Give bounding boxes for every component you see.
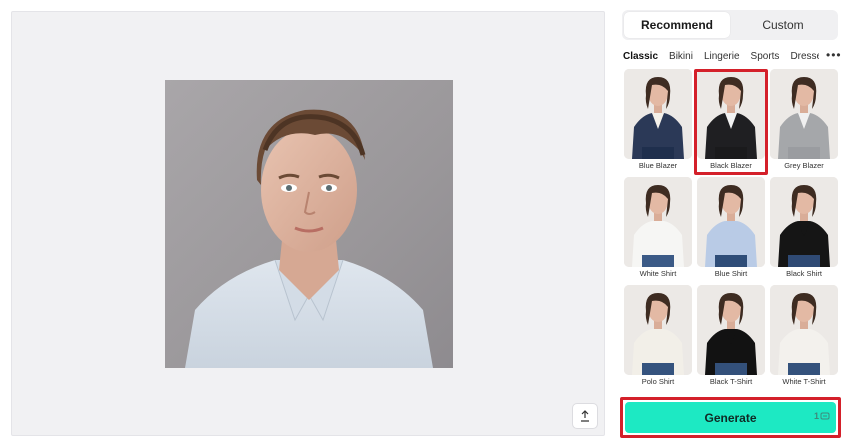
- category-bikini[interactable]: Bikini: [669, 51, 693, 65]
- upload-arrow-icon: [581, 410, 589, 422]
- outfit-thumbnail: [697, 69, 765, 159]
- category-classic[interactable]: Classic: [623, 51, 658, 65]
- outfit-thumbnail-image: [770, 177, 838, 267]
- outfit-label: White T-Shirt: [782, 377, 826, 386]
- credits-count: 1: [813, 411, 819, 421]
- outfit-thumbnail: [770, 285, 838, 375]
- outfit-label: Blue Shirt: [714, 269, 748, 278]
- upload-button[interactable]: [572, 403, 598, 429]
- outfit-card[interactable]: Polo Shirt: [624, 285, 692, 389]
- outfit-thumbnail-image: [624, 69, 692, 159]
- outfit-thumbnail-image: [770, 285, 838, 375]
- outfit-card[interactable]: Blue Blazer: [624, 69, 692, 173]
- generate-label: Generate: [704, 410, 757, 425]
- generate-button[interactable]: Generate 1: [625, 402, 836, 433]
- outfit-thumbnail-image: [697, 285, 765, 375]
- outfit-thumbnail: [697, 177, 765, 267]
- style-panel: Recommend Custom Classic Bikini Lingerie…: [614, 0, 850, 442]
- outfit-label: Grey Blazer: [784, 161, 824, 170]
- outfit-label: Polo Shirt: [641, 377, 675, 386]
- credit-coin-icon: [820, 412, 830, 420]
- outfit-card[interactable]: Black Blazer: [697, 69, 765, 173]
- tab-recommend[interactable]: Recommend: [624, 12, 730, 38]
- mode-switch: Recommend Custom: [622, 10, 838, 40]
- outfit-thumbnail: [697, 285, 765, 375]
- more-horizontal-icon[interactable]: •••: [826, 49, 841, 64]
- generate-highlight: Generate 1: [620, 397, 841, 438]
- outfit-thumbnail: [624, 177, 692, 267]
- category-dresses[interactable]: Dresses: [790, 51, 819, 65]
- image-canvas: [11, 11, 605, 436]
- tab-custom[interactable]: Custom: [730, 12, 836, 38]
- outfit-thumbnail: [770, 69, 838, 159]
- outfit-card[interactable]: Blue Shirt: [697, 177, 765, 281]
- outfit-thumbnail: [624, 69, 692, 159]
- outfit-thumbnail-image: [624, 177, 692, 267]
- outfit-label: Black Blazer: [710, 161, 752, 170]
- outfit-label: White Shirt: [639, 269, 677, 278]
- outfit-thumbnail-image: [624, 285, 692, 375]
- credits-badge: 1: [814, 411, 830, 421]
- outfit-label: Blue Blazer: [638, 161, 678, 170]
- outfit-card[interactable]: Black T-Shirt: [697, 285, 765, 389]
- outfit-card[interactable]: White T-Shirt: [770, 285, 838, 389]
- outfit-label: Black Shirt: [786, 269, 822, 278]
- outfit-thumbnail: [770, 177, 838, 267]
- outfit-thumbnail-image: [770, 69, 838, 159]
- outfit-thumbnail-image: [697, 177, 765, 267]
- outfit-thumbnail: [624, 285, 692, 375]
- category-tabs: Classic Bikini Lingerie Sports Dresses: [623, 51, 819, 65]
- outfit-card[interactable]: Black Shirt: [770, 177, 838, 281]
- category-lingerie[interactable]: Lingerie: [704, 51, 740, 65]
- outfit-card[interactable]: White Shirt: [624, 177, 692, 281]
- outfit-thumbnail-image: [697, 69, 765, 159]
- portrait-image: [185, 109, 433, 368]
- outfit-grid: Blue Blazer Black Blazer Grey Blazer Whi…: [624, 69, 840, 394]
- uploaded-photo: [165, 80, 453, 368]
- outfit-card[interactable]: Grey Blazer: [770, 69, 838, 173]
- outfit-label: Black T-Shirt: [709, 377, 753, 386]
- category-sports[interactable]: Sports: [751, 51, 780, 65]
